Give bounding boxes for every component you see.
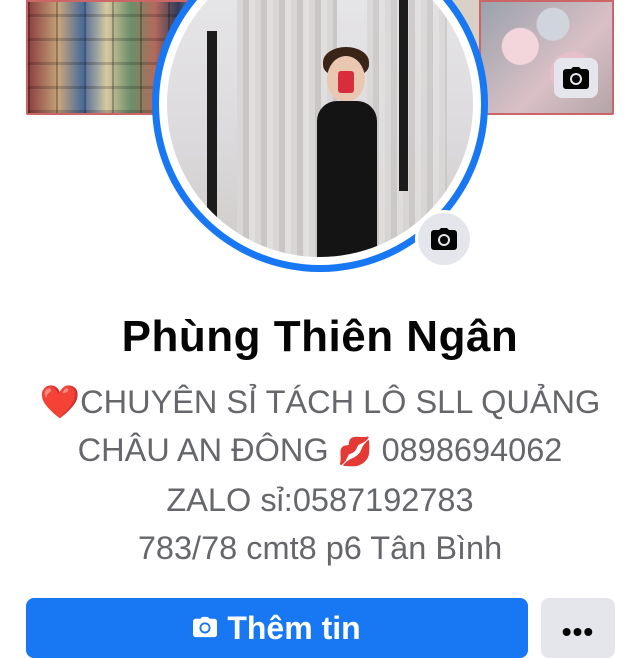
more-options-button[interactable]: ••• — [541, 598, 615, 658]
bio-line-2: CHÂU AN ĐÔNG 💋 0898694062 — [77, 432, 563, 468]
lips-icon: 💋 — [337, 436, 373, 467]
camera-icon — [563, 67, 589, 89]
heart-icon: ❤️ — [39, 384, 81, 420]
camera-icon — [431, 228, 457, 250]
camera-icon — [193, 616, 218, 638]
profile-name: Phùng Thiên Ngân — [121, 312, 519, 361]
bio-line-4: 783/78 cmt8 p6 Tân Bình — [137, 530, 503, 566]
add-story-button[interactable]: Thêm tin — [26, 598, 528, 658]
edit-profile-picture-button[interactable] — [415, 210, 473, 268]
bio-line-1: ❤️CHUYÊN SỈ TÁCH LÔ SLL QUẢNG — [39, 384, 601, 420]
add-story-label: Thêm tin — [227, 610, 361, 646]
edit-cover-photo-button[interactable] — [554, 58, 598, 98]
cover-photo-right-image — [479, 0, 614, 115]
profile-bio: ❤️CHUYÊN SỈ TÁCH LÔ SLL QUẢNG CHÂU AN ĐÔ… — [20, 378, 620, 572]
more-icon: ••• — [561, 616, 595, 647]
bio-line-3: ZALO sỉ:0587192783 — [166, 482, 474, 518]
